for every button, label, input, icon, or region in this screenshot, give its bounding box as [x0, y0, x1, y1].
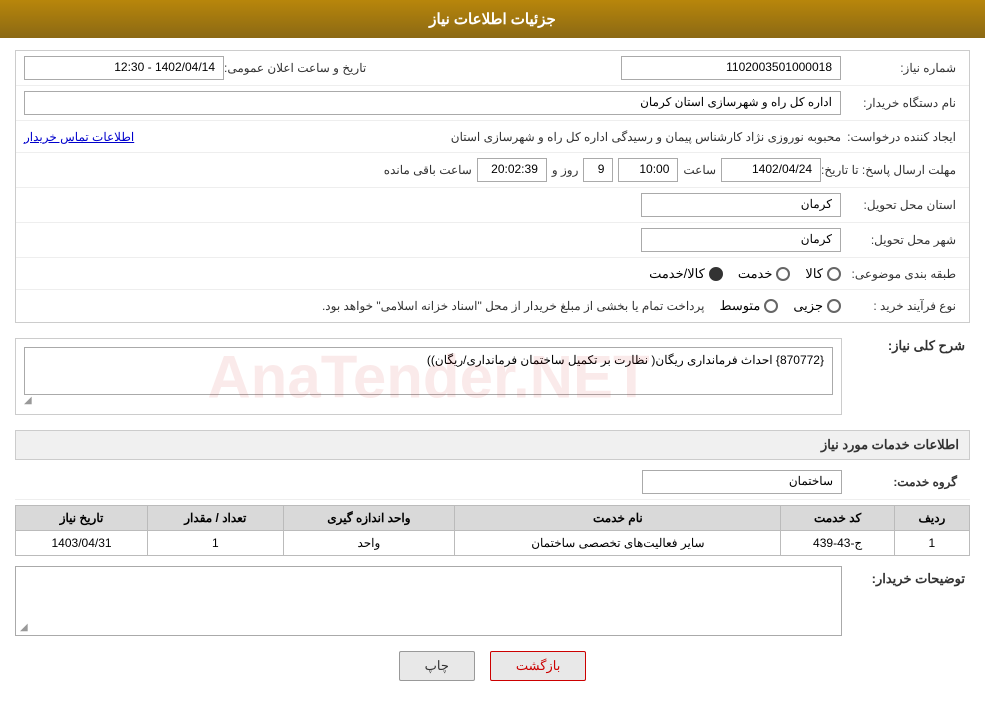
description-value: {870772} احداث فرمانداری ریگان( نظارت بر… — [24, 347, 833, 395]
service-group-label: گروه خدمت: — [842, 475, 962, 489]
cell-quantity: 1 — [148, 531, 283, 556]
radio-jozi — [827, 299, 841, 313]
deadline-date: 1402/04/24 — [721, 158, 821, 182]
category-kala-label: کالا — [805, 266, 823, 282]
creator-label: ایجاد کننده درخواست: — [841, 130, 961, 144]
request-number-row: شماره نیاز: 1102003501000018 تاریخ و ساع… — [16, 51, 969, 86]
col-unit: واحد اندازه گیری — [283, 506, 455, 531]
print-button[interactable]: چاپ — [399, 651, 475, 681]
deadline-time: 10:00 — [618, 158, 678, 182]
city-row: شهر محل تحویل: کرمان — [16, 223, 969, 258]
resize-handle: ◢ — [24, 395, 833, 406]
deadline-remaining: 20:02:39 — [477, 158, 547, 182]
category-kala-khedmat-label: کالا/خدمت — [649, 266, 705, 282]
services-section-title: اطلاعات خدمات مورد نیاز — [15, 430, 970, 460]
cell-service-code: ج-43-439 — [781, 531, 894, 556]
buyer-notes-section: توضیحات خریدار: ◢ — [15, 566, 970, 636]
page-header: جزئیات اطلاعات نیاز — [0, 0, 985, 38]
service-group-value: ساختمان — [642, 470, 842, 494]
category-option-khedmat[interactable]: خدمت — [738, 266, 791, 282]
date-label: تاریخ و ساعت اعلان عمومی: — [224, 61, 371, 75]
creator-link[interactable]: اطلاعات تماس خریدار — [24, 130, 134, 144]
table-header-row: ردیف کد خدمت نام خدمت واحد اندازه گیری ت… — [16, 506, 970, 531]
main-form-section: شماره نیاز: 1102003501000018 تاریخ و ساع… — [15, 50, 970, 323]
description-section: شرح کلی نیاز: AnaTender.NET {870772} احد… — [15, 333, 970, 420]
purchase-type-label: نوع فرآیند خرید : — [841, 299, 961, 313]
category-options: کالا خدمت کالا/خدمت — [24, 266, 841, 282]
services-table: ردیف کد خدمت نام خدمت واحد اندازه گیری ت… — [15, 505, 970, 556]
city-label: شهر محل تحویل: — [841, 233, 961, 247]
province-label: استان محل تحویل: — [841, 198, 961, 212]
description-container: AnaTender.NET {870772} احداث فرمانداری ر… — [15, 333, 842, 420]
purchase-jozi-label: جزیی — [793, 298, 823, 314]
creator-row: ایجاد کننده درخواست: محبوبه نوروزی نژاد … — [16, 121, 969, 153]
page-title: جزئیات اطلاعات نیاز — [429, 11, 556, 28]
deadline-label: مهلت ارسال پاسخ: تا تاریخ: — [821, 163, 961, 177]
purchase-type-jozi[interactable]: جزیی — [793, 298, 841, 314]
table-row: 1 ج-43-439 سایر فعالیت‌های تخصصی ساختمان… — [16, 531, 970, 556]
creator-value: محبوبه نوروزی نژاد کارشناس پیمان و رسیدگ… — [138, 130, 841, 144]
buyer-notes-value: ◢ — [15, 566, 842, 636]
deadline-fields: 1402/04/24 ساعت 10:00 9 روز و 20:02:39 س… — [24, 158, 821, 182]
deadline-remaining-suffix: ساعت باقی مانده — [384, 163, 472, 177]
col-quantity: تعداد / مقدار — [148, 506, 283, 531]
deadline-days-suffix: روز و — [552, 163, 579, 177]
service-group-row: گروه خدمت: ساختمان — [15, 465, 970, 500]
buyer-org-value: اداره کل راه و شهرسازی استان کرمان — [24, 91, 841, 115]
description-label: شرح کلی نیاز: — [850, 333, 970, 354]
deadline-time-label: ساعت — [683, 163, 716, 177]
cell-unit: واحد — [283, 531, 455, 556]
col-service-code: کد خدمت — [781, 506, 894, 531]
cell-date: 1403/04/31 — [16, 531, 148, 556]
category-row: طبقه بندی موضوعی: کالا خدمت کالا/خدمت — [16, 258, 969, 290]
province-value: کرمان — [641, 193, 841, 217]
page-wrapper: جزئیات اطلاعات نیاز شماره نیاز: 11020035… — [0, 0, 985, 708]
category-option-kala-khedmat[interactable]: کالا/خدمت — [649, 266, 723, 282]
category-option-kala[interactable]: کالا — [805, 266, 841, 282]
city-value: کرمان — [641, 228, 841, 252]
buyer-org-label: نام دستگاه خریدار: — [841, 96, 961, 110]
province-row: استان محل تحویل: کرمان — [16, 188, 969, 223]
notes-resize-handle: ◢ — [20, 622, 28, 633]
purchase-motevaset-label: متوسط — [719, 298, 760, 314]
request-number-value: 1102003501000018 — [621, 56, 841, 80]
radio-kala — [827, 267, 841, 281]
category-khedmat-label: خدمت — [738, 266, 773, 282]
col-service-name: نام خدمت — [455, 506, 781, 531]
purchase-type-motevaset[interactable]: متوسط — [719, 298, 778, 314]
purchase-type-row: نوع فرآیند خرید : جزیی متوسط پرداخت تمام… — [16, 290, 969, 322]
radio-khedmat — [776, 267, 790, 281]
deadline-days: 9 — [583, 158, 613, 182]
button-row: بازگشت چاپ — [15, 651, 970, 681]
request-number-label: شماره نیاز: — [841, 61, 961, 75]
back-button[interactable]: بازگشت — [490, 651, 586, 681]
purchase-type-note: پرداخت تمام یا بخشی از مبلغ خریدار از مح… — [24, 299, 704, 313]
cell-service-name: سایر فعالیت‌های تخصصی ساختمان — [455, 531, 781, 556]
buyer-org-row: نام دستگاه خریدار: اداره کل راه و شهرساز… — [16, 86, 969, 121]
category-label: طبقه بندی موضوعی: — [841, 267, 961, 281]
radio-motevaset — [764, 299, 778, 313]
col-date: تاریخ نیاز — [16, 506, 148, 531]
buyer-notes-container: ◢ — [15, 566, 842, 636]
main-content: شماره نیاز: 1102003501000018 تاریخ و ساع… — [0, 38, 985, 708]
buyer-notes-label: توضیحات خریدار: — [850, 566, 970, 587]
deadline-row: مهلت ارسال پاسخ: تا تاریخ: 1402/04/24 سا… — [16, 153, 969, 188]
purchase-type-options: جزیی متوسط پرداخت تمام یا بخشی از مبلغ خ… — [24, 298, 841, 314]
description-watermark-area: AnaTender.NET {870772} احداث فرمانداری ر… — [15, 338, 842, 415]
date-value: 1402/04/14 - 12:30 — [24, 56, 224, 80]
cell-row-num: 1 — [894, 531, 969, 556]
radio-kala-khedmat — [709, 267, 723, 281]
col-row-number: ردیف — [894, 506, 969, 531]
